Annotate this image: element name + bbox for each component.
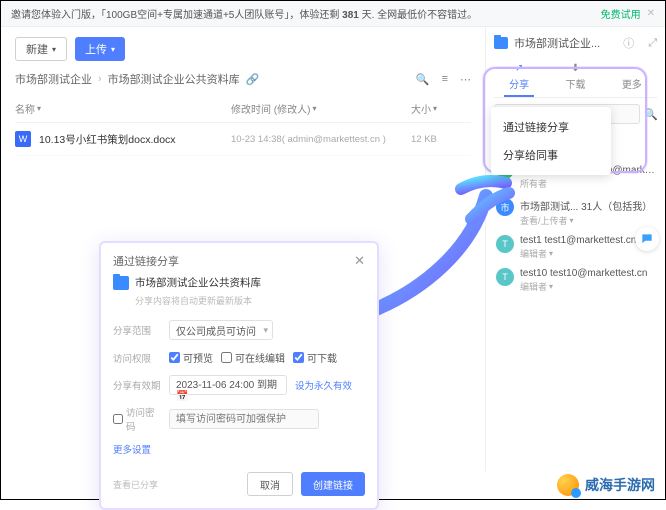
new-button[interactable]: 新建▾ xyxy=(15,37,67,61)
info-icon[interactable]: ⓘ xyxy=(623,35,634,51)
avatar: T xyxy=(496,235,514,253)
upload-button[interactable]: 上传▾ xyxy=(75,37,125,61)
more-settings-link[interactable]: 更多设置 xyxy=(113,445,151,456)
share-dropdown: 通过链接分享 分享给同事 xyxy=(491,107,611,175)
site-logo-icon xyxy=(557,474,579,496)
expand-icon[interactable]: ⤢ xyxy=(648,37,657,50)
password-input[interactable] xyxy=(169,409,319,429)
member-role[interactable]: 编辑者▾ xyxy=(520,247,655,260)
member-row[interactable]: Ttest10 test10@markettest.cn编辑者▾ xyxy=(494,264,657,297)
share-to-colleague-item[interactable]: 分享给同事 xyxy=(491,141,611,169)
more-icon[interactable]: ⋯ xyxy=(460,73,471,86)
tab-more[interactable]: ⋯ 更多 xyxy=(617,63,647,97)
modal-hint: 分享内容将自动更新最新版本 xyxy=(101,294,377,315)
tab-download[interactable]: ⬇ 下载 xyxy=(560,63,590,97)
file-name[interactable]: 10.13号小红书策划docx.docx xyxy=(39,132,231,147)
list-view-icon[interactable]: ≡ xyxy=(442,73,448,86)
word-file-icon: W xyxy=(15,131,31,147)
avatar: T xyxy=(496,268,514,286)
more-dots-icon: ⋯ xyxy=(627,63,637,74)
site-name: 威海手游网 xyxy=(585,475,655,495)
share-by-link-item[interactable]: 通过链接分享 xyxy=(491,113,611,141)
file-row[interactable]: W 10.13号小红书策划docx.docx 10-23 14:38( admi… xyxy=(15,123,471,156)
details-panel: 市场部测试企业... ⓘ ⤢ ↗ 分享 ⬇ 下载 ⋯ 更多 🔍 ▾ 公司成员(8… xyxy=(485,27,665,471)
perm-download-checkbox[interactable]: 可下载 xyxy=(293,350,337,365)
promo-text: 邀请您体验入门版，「100GB空间+专属加速通道+5人团队账号」，体验还剩 38… xyxy=(11,6,595,21)
col-modified-header[interactable]: 修改时间 (修改人)▾ xyxy=(231,101,411,116)
modal-cancel-button[interactable]: 取消 xyxy=(247,472,293,496)
scope-select[interactable]: 仅公司成员可访问 xyxy=(169,320,273,340)
set-forever-link[interactable]: 设为永久有效 xyxy=(295,378,352,392)
detail-tabs: ↗ 分享 ⬇ 下载 ⋯ 更多 xyxy=(494,59,657,98)
share-icon: ↗ xyxy=(515,63,523,74)
top-promo-bar: 邀请您体验入门版，「100GB空间+专属加速通道+5人团队账号」，体验还剩 38… xyxy=(1,1,665,27)
perm-view-checkbox[interactable]: 可预览 xyxy=(169,350,213,365)
free-trial-link[interactable]: 免费试用 xyxy=(601,6,641,21)
member-role[interactable]: 查看/上传者▾ xyxy=(520,214,655,227)
password-toggle[interactable] xyxy=(113,414,123,424)
link-icon[interactable]: 🔗 xyxy=(246,73,260,86)
panel-title: 市场部测试企业... xyxy=(514,35,617,51)
chat-bubble-button[interactable] xyxy=(635,227,659,251)
modal-item-name: 市场部测试企业公共资料库 xyxy=(135,275,261,290)
member-row[interactable]: Ttest1 test1@markettest.cn编辑者▾ xyxy=(494,231,657,264)
password-label: 访问密码 xyxy=(113,405,161,433)
breadcrumb-root[interactable]: 市场部测试企业 xyxy=(15,71,92,87)
share-link-modal: 通过链接分享 ✕ 市场部测试企业公共资料库 分享内容将自动更新最新版本 分享范围… xyxy=(99,241,379,510)
perm-label: 访问权限 xyxy=(113,351,161,365)
breadcrumb-sep: › xyxy=(98,73,102,85)
history-note[interactable]: 查看已分享 xyxy=(113,478,239,491)
member-role: 所有者 xyxy=(520,177,655,190)
col-name-header[interactable]: 名称▾ xyxy=(15,101,231,116)
member-name: test10 test10@markettest.cn xyxy=(520,268,655,279)
list-header: 名称▾ 修改时间 (修改人)▾ 大小▾ xyxy=(15,95,471,123)
modal-close-icon[interactable]: ✕ xyxy=(354,253,365,269)
breadcrumb-current: 市场部测试企业公共资料库 xyxy=(108,71,240,87)
perm-edit-checkbox[interactable]: 可在线编辑 xyxy=(221,350,285,365)
file-size: 12 KB xyxy=(411,134,471,145)
search-icon[interactable]: 🔍 xyxy=(644,108,658,121)
member-name: 市场部测试... 31人（包括我） xyxy=(520,198,655,213)
breadcrumb: 市场部测试企业 › 市场部测试企业公共资料库 🔗 🔍 ≡ ⋯ xyxy=(15,71,471,87)
folder-icon xyxy=(494,37,508,49)
col-size-header[interactable]: 大小▾ xyxy=(411,101,471,116)
action-toolbar: 新建▾ 上传▾ xyxy=(15,37,471,61)
folder-icon xyxy=(113,276,129,290)
member-role[interactable]: 编辑者▾ xyxy=(520,280,655,293)
close-promo-icon[interactable]: ✕ xyxy=(647,8,655,19)
expire-input[interactable]: 2023-11-06 24:00 到期 📅 xyxy=(169,375,287,395)
scope-label: 分享范围 xyxy=(113,323,161,337)
avatar: 市 xyxy=(496,198,514,216)
download-icon: ⬇ xyxy=(571,63,579,74)
expire-label: 分享有效期 xyxy=(113,378,161,392)
member-row[interactable]: 市市场部测试... 31人（包括我）查看/上传者▾ xyxy=(494,194,657,231)
tab-share[interactable]: ↗ 分享 xyxy=(504,63,534,97)
modal-title: 通过链接分享 xyxy=(113,253,354,269)
modal-create-button[interactable]: 创建链接 xyxy=(301,472,365,496)
file-modified: 10-23 14:38( admin@markettest.cn ) xyxy=(231,134,411,145)
search-icon[interactable]: 🔍 xyxy=(416,73,430,86)
